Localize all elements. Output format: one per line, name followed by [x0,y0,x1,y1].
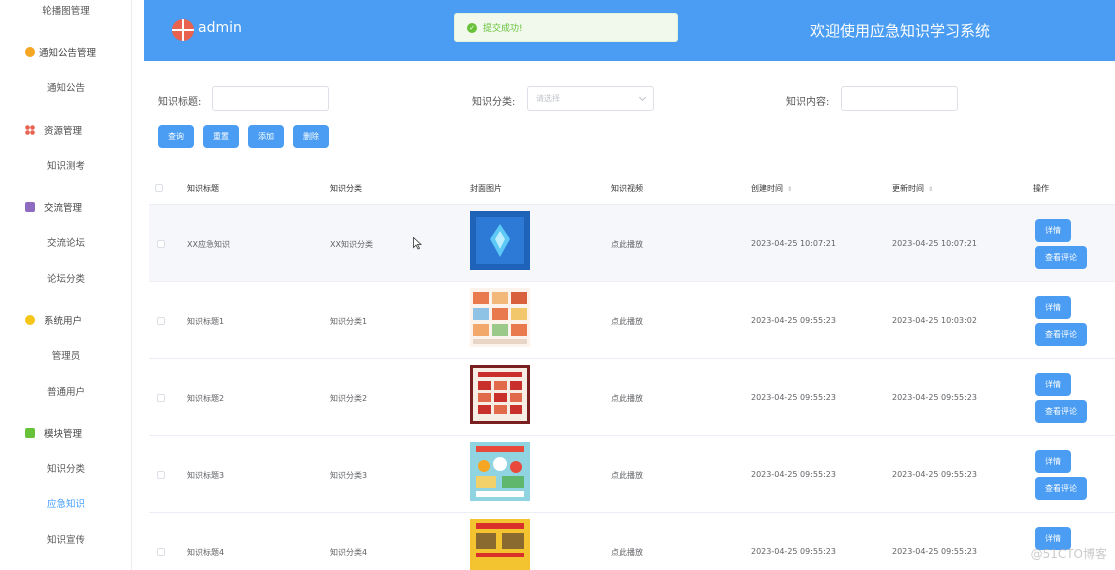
row-checkbox[interactable] [157,240,165,248]
cell-created: 2023-04-25 09:55:23 [751,470,836,479]
video-link[interactable]: 点此播放 [611,316,643,327]
row-checkbox[interactable] [157,548,165,556]
sidebar-group-exchange[interactable]: 交流管理 [0,197,131,217]
app-root: 轮播图管理 通知公告管理 通知公告 资源管理 知识测考 交流管理 交流论坛 论坛… [0,0,1115,570]
cell-title: 知识标题1 [187,317,225,326]
sort-icon[interactable]: ⇕ [928,186,933,193]
title-search-input[interactable] [212,86,329,111]
video-link[interactable]: 点此播放 [611,470,643,481]
cell-created: 2023-04-25 09:55:23 [751,393,836,402]
sidebar-group-resources[interactable]: 资源管理 [0,120,131,140]
sort-icon[interactable]: ⇕ [787,186,792,193]
view-comments-button[interactable]: 查看评论 [1035,246,1087,269]
cell-created: 2023-04-25 10:07:21 [751,239,836,248]
detail-button[interactable]: 详情 [1035,373,1071,396]
category-label: 知识分类: [472,97,516,108]
cover-image[interactable] [470,442,530,501]
gear-icon [25,47,35,57]
cover-image[interactable] [470,365,530,424]
cover-image[interactable] [470,519,530,570]
select-all-checkbox[interactable] [155,184,163,192]
video-link[interactable]: 点此播放 [611,393,643,404]
chat-icon [25,428,35,438]
cell-category: XX知识分类 [330,240,373,249]
success-toast: ✓ 提交成功! [454,13,678,42]
sidebar-group-users[interactable]: 系统用户 [0,310,131,330]
cell-updated: 2023-04-25 09:55:23 [892,393,977,402]
table-row: XX应急知识 XX知识分类 点此播放 2023-04-25 10:07:21 2… [149,205,1115,282]
cell-updated: 2023-04-25 10:03:02 [892,316,977,325]
category-select[interactable]: 请选择 [527,86,654,111]
watermark: @51CTO博客 [1030,547,1107,561]
cell-title: 知识标题4 [187,548,225,557]
folder-icon [25,202,35,212]
add-button[interactable]: 添加 [248,125,284,148]
header-updated[interactable]: 更新时间 ⇕ [892,183,933,194]
cell-updated: 2023-04-25 09:55:23 [892,470,977,479]
cell-title: 知识标题3 [187,471,225,480]
cell-title: XX应急知识 [187,240,230,249]
cell-updated: 2023-04-25 10:07:21 [892,239,977,248]
sidebar-item-notice[interactable]: 通知公告 [0,79,131,99]
content-search-input[interactable] [841,86,958,111]
video-link[interactable]: 点此播放 [611,239,643,250]
query-button[interactable]: 查询 [158,125,194,148]
mouse-cursor-icon [413,237,422,250]
sidebar-item-emergency-knowledge[interactable]: 应急知识 [0,495,131,515]
header-cover: 封面图片 [470,184,502,193]
header-created[interactable]: 创建时间 ⇕ [751,183,792,194]
cell-created: 2023-04-25 09:55:23 [751,316,836,325]
table-row: 知识标题3 知识分类3 点此播放 2023-04-25 09:55:23 202… [149,436,1115,513]
cell-category: 知识分类3 [330,471,368,480]
cell-created: 2023-04-25 09:55:23 [751,547,836,556]
sidebar-item-admins[interactable]: 管理员 [0,347,131,367]
table-row: 知识标题2 知识分类2 点此播放 2023-04-25 09:55:23 202… [149,359,1115,436]
video-link[interactable]: 点此播放 [611,547,643,558]
sidebar-item-normal-users[interactable]: 普通用户 [0,383,131,403]
view-comments-button[interactable]: 查看评论 [1035,477,1087,500]
detail-button[interactable]: 详情 [1035,296,1071,319]
table-row: 知识标题4 知识分类4 点此播放 2023-04-25 09:55:23 202… [149,513,1115,570]
sidebar-item-quiz[interactable]: 知识测考 [0,157,131,177]
sidebar-item-forum-category[interactable]: 论坛分类 [0,270,131,290]
cover-image[interactable] [470,211,530,270]
grid-icon [25,125,35,135]
table-row: 知识标题1 知识分类1 点此播放 2023-04-25 09:55:23 202… [149,282,1115,359]
row-checkbox[interactable] [157,471,165,479]
detail-button[interactable]: 详情 [1035,450,1071,473]
avatar[interactable] [172,19,194,41]
system-title: 欢迎使用应急知识学习系统 [809,22,990,40]
content-label: 知识内容: [786,97,830,108]
cell-updated: 2023-04-25 09:55:23 [892,547,977,556]
header-category: 知识分类 [330,184,362,193]
cell-category: 知识分类4 [330,548,368,557]
sidebar: 轮播图管理 通知公告管理 通知公告 资源管理 知识测考 交流管理 交流论坛 论坛… [0,0,132,570]
reset-button[interactable]: 重置 [203,125,239,148]
sidebar-group-notice[interactable]: 通知公告管理 [0,42,131,62]
view-comments-button[interactable]: 查看评论 [1035,323,1087,346]
row-checkbox[interactable] [157,317,165,325]
user-icon [25,315,35,325]
cell-title: 知识标题2 [187,394,225,403]
check-circle-icon: ✓ [467,22,477,33]
header-title: 知识标题 [187,184,219,193]
view-comments-button[interactable]: 查看评论 [1035,400,1087,423]
sidebar-item-knowledge-promo[interactable]: 知识宣传 [0,531,131,551]
sidebar-group-modules[interactable]: 模块管理 [0,423,131,443]
username[interactable]: admin [198,20,242,36]
sidebar-item-carousel[interactable]: 轮播图管理 [0,2,131,22]
header-video: 知识视频 [611,184,643,193]
chevron-down-icon [638,93,647,102]
cell-category: 知识分类2 [330,394,368,403]
header-actions: 操作 [1033,184,1049,193]
sidebar-item-forum[interactable]: 交流论坛 [0,234,131,254]
delete-button[interactable]: 删除 [293,125,329,148]
top-header: admin ✓ 提交成功! 欢迎使用应急知识学习系统 [144,0,1115,61]
detail-button[interactable]: 详情 [1035,219,1071,242]
cover-image[interactable] [470,288,530,347]
title-label: 知识标题: [158,97,202,108]
cell-category: 知识分类1 [330,317,368,326]
row-checkbox[interactable] [157,394,165,402]
sidebar-item-knowledge-category[interactable]: 知识分类 [0,460,131,480]
